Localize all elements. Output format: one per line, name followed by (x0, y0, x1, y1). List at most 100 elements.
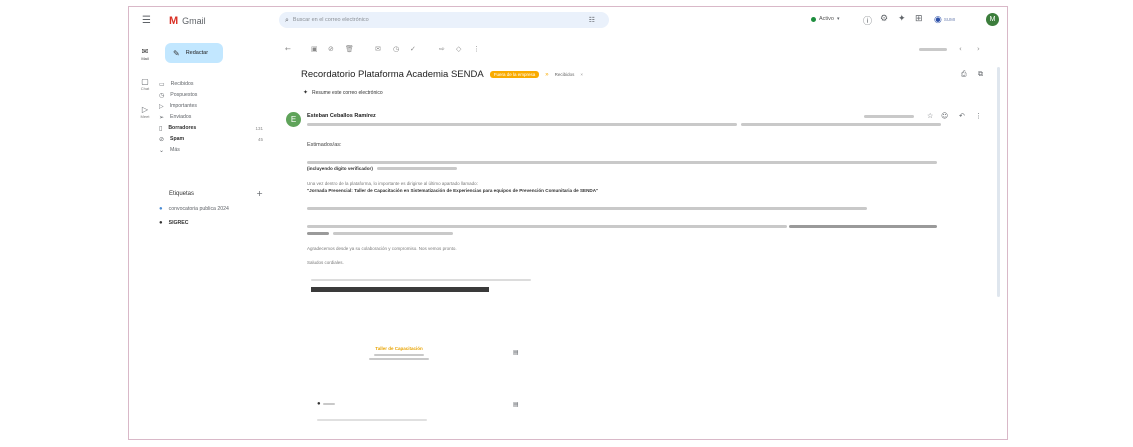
sidebar-item-label: Más (170, 147, 180, 153)
body-paragraph-3 (307, 207, 867, 210)
search-icon[interactable]: ⌕ (285, 16, 289, 25)
body-paragraph-4 (307, 225, 787, 228)
label-tag-icon: ● (159, 206, 163, 212)
main-menu-icon[interactable]: ☰ (142, 15, 151, 26)
subject-row: Recordatorio Plataforma Academia SENDA F… (301, 69, 583, 80)
link-url-bar[interactable] (311, 287, 489, 292)
sidebar-item-more[interactable]: ⌄ Más (159, 145, 180, 155)
body-paragraph-1 (307, 161, 937, 164)
reply-icon[interactable]: ↶ (959, 112, 965, 120)
pagination-text (919, 48, 947, 51)
delete-icon[interactable]: 🗑 (345, 45, 354, 53)
rail-meet[interactable]: ▷ Meet (137, 105, 153, 119)
important-marker-icon: » (545, 71, 549, 78)
course-title: "Jornada Presencial: Taller de Capacitac… (307, 188, 599, 193)
move-to-icon[interactable]: ⇨ (439, 45, 445, 53)
mail-icon: ✉ (141, 47, 149, 56)
inbox-icon: ▭ (159, 80, 165, 88)
sidebar-item-label: Importantes (169, 103, 198, 109)
sidebar-item-count: 45 (257, 136, 263, 142)
message-more-icon[interactable]: ⋮ (975, 112, 982, 120)
compose-button[interactable]: ✎ Redactar (165, 43, 223, 63)
rail-mail[interactable]: ✉ Mail (137, 47, 153, 61)
rail-chat[interactable]: ▢ Chat (137, 77, 153, 91)
account-avatar[interactable]: M (986, 13, 999, 26)
add-label-icon[interactable]: + (256, 189, 263, 198)
status-chip[interactable]: Activo ▾ (811, 16, 840, 22)
chevron-down-icon: ⌄ (159, 146, 165, 154)
mark-unread-icon[interactable]: ✉ (375, 45, 381, 53)
chat-icon: ▢ (141, 77, 149, 86)
label-tag-icon: ● (159, 220, 163, 226)
rail-chat-label: Chat (140, 86, 150, 91)
body-text-line (376, 167, 457, 170)
account-avatar-letter: M (989, 16, 996, 23)
sidebar-item-sent[interactable]: ➢ Enviados (159, 112, 191, 122)
body-paragraph-4-bold (789, 225, 937, 228)
gmail-logo[interactable]: M Gmail (169, 15, 206, 27)
apps-grid-icon[interactable]: ⊞ (915, 14, 923, 24)
body-closing: Saludos cordiales. (307, 260, 344, 265)
important-icon: ▷ (159, 102, 164, 110)
print-icon[interactable]: ⎙ (961, 70, 967, 79)
search-options-icon[interactable]: ☷ (589, 16, 595, 24)
label-item-text: convocatoria publica 2024 (168, 206, 229, 212)
snooze-icon[interactable]: ◷ (393, 45, 399, 53)
add-task-icon[interactable]: ✓ (410, 45, 416, 53)
emoji-react-icon[interactable]: ☺ (941, 112, 948, 120)
sidebar-item-important[interactable]: ▷ Importantes (159, 101, 197, 111)
sidebar-item-drafts[interactable]: ▯ Borradores 131 (159, 123, 263, 133)
sidebar-item-inbox[interactable]: ▭ Recibidos (159, 79, 193, 89)
app-name: Gmail (182, 16, 206, 26)
attachment-preview[interactable]: Taller de Capacitación (359, 346, 439, 360)
open-new-window-icon[interactable]: ⧉ (978, 70, 983, 79)
label-item-sigrec[interactable]: ● SIGREC (159, 218, 189, 228)
labels-title: Etiquetas (169, 190, 195, 197)
search-bar[interactable]: ⌕ Buscar en el correo electrónico ☷ (279, 12, 609, 28)
compose-label: Redactar (185, 50, 209, 56)
body-paragraph-4-bold-end (307, 232, 329, 235)
attachment-2-logo[interactable]: ● (317, 401, 335, 407)
back-arrow-icon[interactable]: ← (285, 45, 291, 53)
archive-icon[interactable]: ▣ (311, 45, 318, 53)
body-greeting: Estimados/as: (307, 142, 342, 148)
gmail-window: ☰ M Gmail ⌕ Buscar en el correo electrón… (128, 6, 1008, 440)
sparkle-icon: ✦ (303, 90, 309, 96)
summarize-label: Resume este correo electrónico (312, 89, 383, 96)
spam-icon: ⊘ (159, 135, 165, 143)
sidebar-item-count: 131 (255, 125, 263, 131)
body-paragraph-2: Una vez dentro de la plataforma, lo impo… (307, 181, 478, 186)
sidebar-item-spam[interactable]: ⊘ Spam 45 (159, 134, 263, 144)
search-input[interactable]: Buscar en el correo electrónico (293, 17, 369, 23)
sidebar-item-label: Spam (170, 136, 185, 142)
body-paragraph-1-line-2: (incluyendo dígito verificador) (307, 166, 457, 171)
attachment-action-icon[interactable]: ▤ (513, 401, 519, 408)
remove-label-icon[interactable]: × (580, 72, 583, 77)
gemini-icon[interactable]: ✦ (898, 14, 906, 24)
sender-avatar[interactable]: E (286, 112, 301, 127)
rail-meet-label: Meet (140, 114, 150, 119)
report-spam-icon[interactable]: ⊘ (328, 45, 334, 53)
sidebar-item-snoozed[interactable]: ◷ Pospuestos (159, 90, 197, 100)
help-icon[interactable]: ⓘ (863, 14, 872, 27)
summarize-button[interactable]: ✦ Resume este correo electrónico (303, 89, 383, 97)
body-paragraph-4-line-2 (333, 232, 453, 235)
body-paragraph-5: Agradecemos desde ya su colaboración y c… (307, 246, 457, 251)
sidebar-item-label: Pospuestos (170, 92, 198, 98)
more-options-icon[interactable]: ⋮ (473, 45, 480, 53)
message-scrollbar[interactable] (997, 67, 1000, 297)
inbox-chip[interactable]: Recibidos (555, 72, 575, 77)
attachment-title: Taller de Capacitación (375, 346, 423, 351)
settings-icon[interactable]: ⚙ (880, 14, 888, 24)
next-page-icon[interactable]: › (977, 45, 980, 53)
attachment-action-icon[interactable]: ▤ (513, 349, 519, 356)
prev-page-icon[interactable]: ‹ (959, 45, 962, 53)
workspace-logo[interactable]: ◉ SUMI (934, 14, 955, 25)
chevron-down-icon: ▾ (836, 16, 840, 22)
sender-name[interactable]: Esteban Ceballos Ramírez (307, 113, 376, 119)
label-item-convocatoria[interactable]: ● convocatoria publica 2024 (159, 204, 229, 214)
draft-icon: ▯ (159, 124, 163, 132)
logo-icon: ● (317, 401, 321, 407)
star-icon[interactable]: ☆ (927, 112, 933, 120)
label-icon[interactable]: ◇ (456, 45, 461, 53)
